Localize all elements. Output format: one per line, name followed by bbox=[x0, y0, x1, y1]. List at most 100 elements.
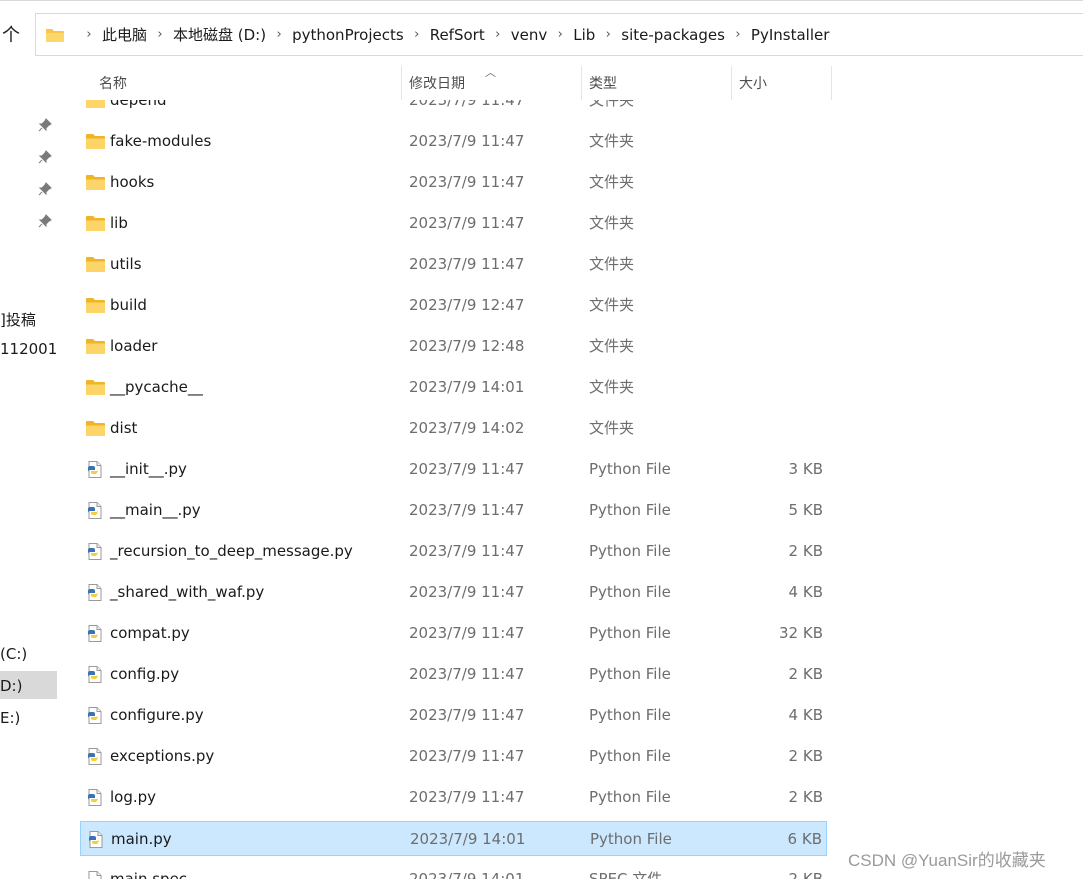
file-row[interactable]: exceptions.py 2023/7/9 11:47 Python File 2 … bbox=[80, 739, 827, 774]
file-date: 2023/7/9 14:02 bbox=[409, 419, 525, 437]
folder-icon bbox=[86, 379, 105, 396]
file-size: 4 KB bbox=[788, 583, 823, 601]
address-bar[interactable]: › 此电脑 › 本地磁盘 (D:) › pythonProjects › RefSort › ve… bbox=[35, 13, 1083, 56]
python-file-icon bbox=[86, 461, 105, 478]
pin-icon bbox=[38, 182, 52, 196]
address-bar-row: 个 › 此电脑 › 本地磁盘 (D:) › pythonProjects › RefSort ›… bbox=[0, 0, 1083, 66]
nav-item-folder[interactable]: 1120019 bbox=[0, 340, 58, 358]
file-type: 文件夹 bbox=[589, 132, 635, 150]
file-row[interactable]: _shared_with_waf.py 2023/7/9 11:47 Python … bbox=[80, 575, 827, 610]
file-date: 2023/7/9 11:47 bbox=[409, 214, 525, 232]
file-row[interactable]: __init__.py 2023/7/9 11:47 Python File 3 KB bbox=[80, 452, 827, 487]
file-type: 文件夹 bbox=[589, 173, 635, 191]
column-header-type[interactable]: 类型 bbox=[581, 66, 731, 100]
nav-item-submissions[interactable]: ]投稿 bbox=[0, 309, 36, 330]
file-type: Python File bbox=[589, 542, 671, 560]
folder-icon bbox=[46, 28, 64, 42]
column-header-name[interactable]: 名称 bbox=[91, 66, 401, 100]
file-row[interactable]: compat.py 2023/7/9 11:47 Python File 32 KB bbox=[80, 616, 827, 651]
file-date: 2023/7/9 14:01 bbox=[409, 378, 525, 396]
chevron-right-icon[interactable]: › bbox=[404, 27, 430, 42]
folder-icon bbox=[86, 256, 105, 273]
file-size: 3 KB bbox=[788, 460, 823, 478]
file-row[interactable]: _recursion_to_deep_message.py 2023/7/9 11… bbox=[80, 534, 827, 569]
file-name: fake-modules bbox=[110, 132, 212, 150]
file-size: 2 KB bbox=[788, 788, 823, 806]
file-size: 32 KB bbox=[779, 624, 823, 642]
file-date: 2023/7/9 11:47 bbox=[409, 132, 525, 150]
file-name: loader bbox=[110, 337, 158, 355]
file-row[interactable]: fake-modules 2023/7/9 11:47 文件夹 bbox=[80, 124, 827, 159]
chevron-right-icon[interactable]: › bbox=[485, 27, 511, 42]
file-date: 2023/7/9 11:47 bbox=[409, 255, 525, 273]
file-name: config.py bbox=[110, 665, 180, 683]
file-row[interactable]: utils 2023/7/9 11:47 文件夹 bbox=[80, 247, 827, 282]
file-name: lib bbox=[110, 214, 128, 232]
nav-item-drive-c[interactable]: (C:) bbox=[0, 645, 27, 663]
file-row[interactable]: main.py 2023/7/9 14:01 Python File 6 KB bbox=[80, 821, 827, 856]
python-file-icon bbox=[86, 584, 105, 601]
file-name: compat.py bbox=[110, 624, 190, 642]
file-date: 2023/7/9 11:47 bbox=[409, 501, 525, 519]
nav-item-drive-d[interactable]: D:) bbox=[0, 677, 22, 695]
chevron-right-icon[interactable]: › bbox=[266, 27, 292, 42]
file-name: main.py bbox=[111, 830, 172, 848]
chevron-right-icon[interactable]: › bbox=[547, 27, 573, 42]
breadcrumb-item[interactable]: pythonProjects bbox=[292, 26, 404, 44]
file-row[interactable]: main.spec 2023/7/9 14:01 SPEC 文件 2 KB bbox=[80, 862, 827, 879]
file-type: Python File bbox=[590, 830, 672, 848]
breadcrumb-item[interactable]: venv bbox=[511, 26, 548, 44]
file-name: log.py bbox=[110, 788, 157, 806]
file-type: 文件夹 bbox=[589, 255, 635, 273]
file-size: 2 KB bbox=[788, 747, 823, 765]
breadcrumb-item[interactable]: 本地磁盘 (D:) bbox=[173, 24, 266, 45]
file-row[interactable]: __pycache__ 2023/7/9 14:01 文件夹 bbox=[80, 370, 827, 405]
file-list: 名称 ︿ 修改日期 类型 大小 depend 2023/7/9 11:47 文件夹 f… bbox=[60, 66, 1083, 879]
breadcrumb-item[interactable]: 此电脑 bbox=[102, 24, 147, 45]
file-name: __init__.py bbox=[110, 460, 187, 478]
file-name: main.spec bbox=[110, 870, 188, 879]
file-type: Python File bbox=[589, 583, 671, 601]
file-row[interactable]: lib 2023/7/9 11:47 文件夹 bbox=[80, 206, 827, 241]
file-row[interactable]: hooks 2023/7/9 11:47 文件夹 bbox=[80, 165, 827, 200]
file-date: 2023/7/9 12:47 bbox=[409, 296, 525, 314]
chevron-right-icon[interactable]: › bbox=[76, 27, 102, 42]
file-size: 2 KB bbox=[788, 870, 823, 879]
column-header-date[interactable]: 修改日期 bbox=[401, 66, 581, 100]
navigation-pane: ]投稿 1120019 (C:) D:) E:) bbox=[0, 66, 58, 879]
nav-item-drive-e[interactable]: E:) bbox=[0, 709, 20, 727]
file-row[interactable]: build 2023/7/9 12:47 文件夹 bbox=[80, 288, 827, 323]
file-date: 2023/7/9 11:47 bbox=[409, 624, 525, 642]
file-type: 文件夹 bbox=[589, 337, 635, 355]
chevron-right-icon[interactable]: › bbox=[725, 27, 751, 42]
breadcrumb-item[interactable]: RefSort bbox=[430, 26, 485, 44]
file-date: 2023/7/9 11:47 bbox=[409, 542, 525, 560]
file-type: Python File bbox=[589, 788, 671, 806]
file-row[interactable]: configure.py 2023/7/9 11:47 Python File 4 K… bbox=[80, 698, 827, 733]
file-row[interactable]: config.py 2023/7/9 11:47 Python File 2 KB bbox=[80, 657, 827, 692]
breadcrumb-item[interactable]: PyInstaller bbox=[751, 26, 829, 44]
file-name: __main__.py bbox=[110, 501, 201, 519]
file-size: 2 KB bbox=[788, 665, 823, 683]
python-file-icon bbox=[86, 707, 105, 724]
chevron-right-icon[interactable]: › bbox=[595, 27, 621, 42]
breadcrumb: › 此电脑 › 本地磁盘 (D:) › pythonProjects › RefSort › ve… bbox=[76, 24, 829, 45]
chevron-right-icon[interactable]: › bbox=[147, 27, 173, 42]
spec-file-icon bbox=[86, 871, 105, 879]
breadcrumb-item[interactable]: site-packages bbox=[621, 26, 725, 44]
file-size: 6 KB bbox=[787, 830, 822, 848]
breadcrumb-item[interactable]: Lib bbox=[573, 26, 595, 44]
column-header-size[interactable]: 大小 bbox=[731, 66, 831, 100]
file-type: 文件夹 bbox=[589, 214, 635, 232]
file-name: dist bbox=[110, 419, 138, 437]
file-date: 2023/7/9 11:47 bbox=[409, 173, 525, 191]
file-name: _shared_with_waf.py bbox=[110, 583, 265, 601]
file-row[interactable]: dist 2023/7/9 14:02 文件夹 bbox=[80, 411, 827, 446]
file-size: 2 KB bbox=[788, 542, 823, 560]
folder-icon bbox=[86, 133, 105, 150]
file-row[interactable]: __main__.py 2023/7/9 11:47 Python File 5 KB bbox=[80, 493, 827, 528]
file-row[interactable]: log.py 2023/7/9 11:47 Python File 2 KB bbox=[80, 780, 827, 815]
file-row[interactable]: loader 2023/7/9 12:48 文件夹 bbox=[80, 329, 827, 364]
file-type: 文件夹 bbox=[589, 419, 635, 437]
up-arrow-button[interactable]: 个 bbox=[0, 15, 22, 53]
